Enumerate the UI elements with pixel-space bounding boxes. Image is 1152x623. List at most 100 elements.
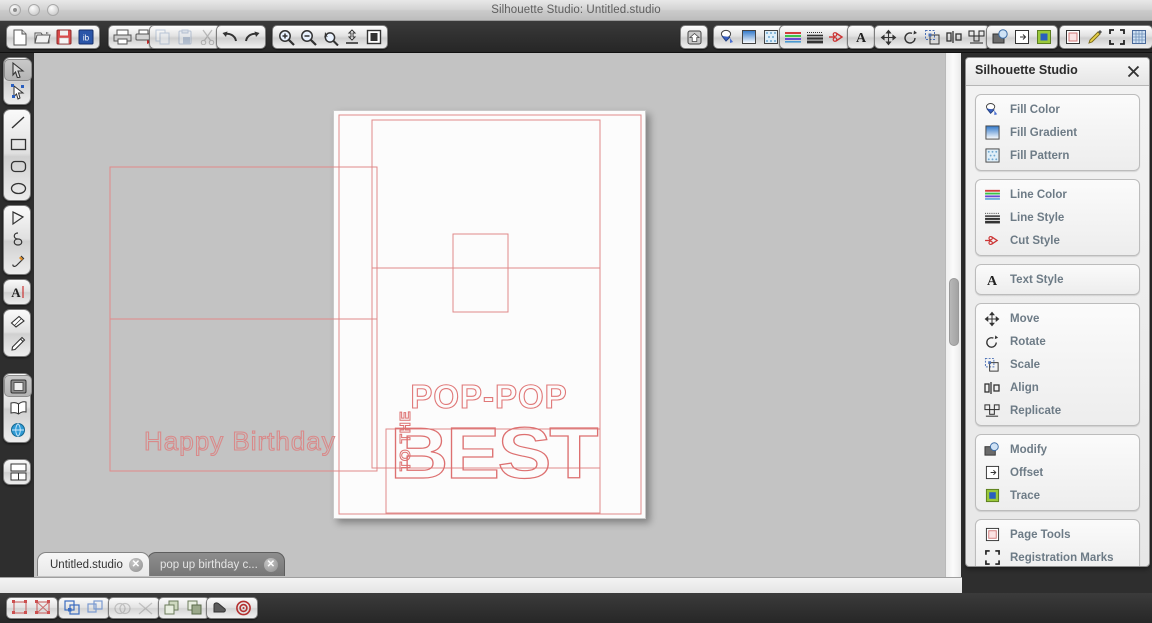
scale-box-icon <box>981 355 1003 374</box>
ungroup-button[interactable] <box>84 598 107 618</box>
ellipse-tool[interactable] <box>4 177 32 199</box>
tab-pop-up-birthday-card[interactable]: pop up birthday c... ✕ <box>147 552 285 576</box>
text-style-button[interactable]: A <box>850 26 872 48</box>
save-document-button[interactable] <box>53 26 75 48</box>
title-bar: Silhouette Studio: Untitled.studio <box>0 0 1152 21</box>
rotate-button[interactable] <box>899 26 921 48</box>
fill-color-button[interactable] <box>716 26 738 48</box>
merge-button[interactable] <box>111 598 134 618</box>
panel-item-line-style[interactable]: Line Style <box>976 206 1139 229</box>
fill-preview-button[interactable] <box>209 598 232 618</box>
knife-tool[interactable] <box>4 333 32 355</box>
panel-item-fill-gradient[interactable]: Fill Gradient <box>976 121 1139 144</box>
library-view-tool[interactable] <box>4 397 32 419</box>
zoom-in-button[interactable] <box>275 26 297 48</box>
zoom-selection-button[interactable] <box>319 26 341 48</box>
panel-item-label: Trace <box>1010 489 1041 502</box>
panel-item-page-tools[interactable]: Page Tools <box>976 523 1139 546</box>
design-canvas[interactable]: POP-POP BEST TO THE Happy Birthday <box>34 53 945 578</box>
eraser-tool[interactable] <box>4 311 32 333</box>
panel-item-rotate[interactable]: Rotate <box>976 330 1139 353</box>
registration-marks-button[interactable] <box>1106 26 1128 48</box>
select-tool[interactable] <box>4 59 32 81</box>
align-button[interactable] <box>943 26 965 48</box>
save-as-library-button[interactable]: ib <box>75 26 97 48</box>
cut-style-scissors-icon <box>981 231 1003 250</box>
vertical-scrollbar-thumb[interactable] <box>949 278 959 346</box>
zoom-out-button[interactable] <box>297 26 319 48</box>
zoom-fit-button[interactable] <box>341 26 363 48</box>
panel-item-label: Fill Pattern <box>1010 149 1070 162</box>
open-document-button[interactable] <box>31 26 53 48</box>
panel-item-trace[interactable]: Trace <box>976 484 1139 507</box>
close-icon[interactable] <box>1124 62 1142 80</box>
cut-preview-button[interactable] <box>232 598 255 618</box>
panel-item-align[interactable]: Align <box>976 376 1139 399</box>
edit-points-tool[interactable] <box>4 81 32 103</box>
panel-item-label: Page Tools <box>1010 528 1071 541</box>
panel-item-fill-pattern[interactable]: Fill Pattern <box>976 144 1139 167</box>
line-color-button[interactable] <box>782 26 804 48</box>
curve-tool[interactable] <box>4 229 32 251</box>
scale-button[interactable] <box>921 26 943 48</box>
replicate-button[interactable] <box>965 26 987 48</box>
rounded-rectangle-tool[interactable] <box>4 155 32 177</box>
subtract-button[interactable] <box>134 598 157 618</box>
panel-item-modify[interactable]: Modify <box>976 438 1139 461</box>
tab-strip-base <box>0 577 962 593</box>
move-button[interactable] <box>877 26 899 48</box>
close-x-icon[interactable]: ✕ <box>263 557 278 572</box>
panel-item-label: Fill Color <box>1010 103 1060 116</box>
trace-button[interactable] <box>1033 26 1055 48</box>
modify-button[interactable] <box>989 26 1011 48</box>
panel-item-offset[interactable]: Offset <box>976 461 1139 484</box>
trace-icon <box>981 486 1003 505</box>
design-view-tool[interactable] <box>4 375 32 397</box>
panel-item-move[interactable]: Move <box>976 307 1139 330</box>
split-view-tool[interactable] <box>4 461 32 483</box>
freehand-tool[interactable] <box>4 251 32 273</box>
panel-item-label: Move <box>1010 312 1040 325</box>
panel-item-fill-color[interactable]: Fill Color <box>976 98 1139 121</box>
panel-item-replicate[interactable]: Replicate <box>976 399 1139 422</box>
cut-button[interactable] <box>196 26 218 48</box>
new-document-button[interactable] <box>9 26 31 48</box>
panel-header: Silhouette Studio <box>966 58 1149 86</box>
fill-gradient-button[interactable] <box>738 26 760 48</box>
panel-item-label: Line Color <box>1010 188 1067 201</box>
paste-button[interactable] <box>174 26 196 48</box>
panel-item-scale[interactable]: Scale <box>976 353 1139 376</box>
offset-button[interactable] <box>1011 26 1033 48</box>
line-style-button[interactable] <box>804 26 826 48</box>
grid-button[interactable] <box>1128 26 1150 48</box>
unweld-button[interactable] <box>32 598 55 618</box>
polygon-tool[interactable] <box>4 207 32 229</box>
bottom-toolbar <box>0 593 1152 623</box>
copy-button[interactable] <box>152 26 174 48</box>
toolbar-group-modify <box>986 25 1058 49</box>
undo-button[interactable] <box>219 26 241 48</box>
page-tools-button[interactable] <box>1062 26 1084 48</box>
letter-a-icon: A <box>981 270 1003 289</box>
text-tool[interactable]: A <box>4 281 32 303</box>
store-view-tool[interactable] <box>4 419 32 441</box>
panel-item-line-color[interactable]: Line Color <box>976 183 1139 206</box>
tab-untitled-studio[interactable]: Untitled.studio ✕ <box>37 552 150 576</box>
weld-button[interactable] <box>9 598 32 618</box>
bring-to-front-button[interactable] <box>161 598 184 618</box>
send-to-back-button[interactable] <box>184 598 207 618</box>
close-x-icon[interactable]: ✕ <box>128 557 143 572</box>
send-to-silhouette-panel-button[interactable] <box>683 26 705 48</box>
vertical-scrollbar[interactable] <box>945 53 961 578</box>
line-tool[interactable] <box>4 111 32 133</box>
sketch-pens-button[interactable] <box>1084 26 1106 48</box>
group-button[interactable] <box>61 598 84 618</box>
redo-button[interactable] <box>241 26 263 48</box>
panel-item-text-style[interactable]: A Text Style <box>976 268 1139 291</box>
cut-style-button[interactable] <box>826 26 848 48</box>
panel-item-registration-marks[interactable]: Registration Marks <box>976 546 1139 566</box>
print-button[interactable] <box>111 26 133 48</box>
rectangle-tool[interactable] <box>4 133 32 155</box>
fit-to-page-button[interactable] <box>363 26 385 48</box>
panel-item-cut-style[interactable]: Cut Style <box>976 229 1139 252</box>
